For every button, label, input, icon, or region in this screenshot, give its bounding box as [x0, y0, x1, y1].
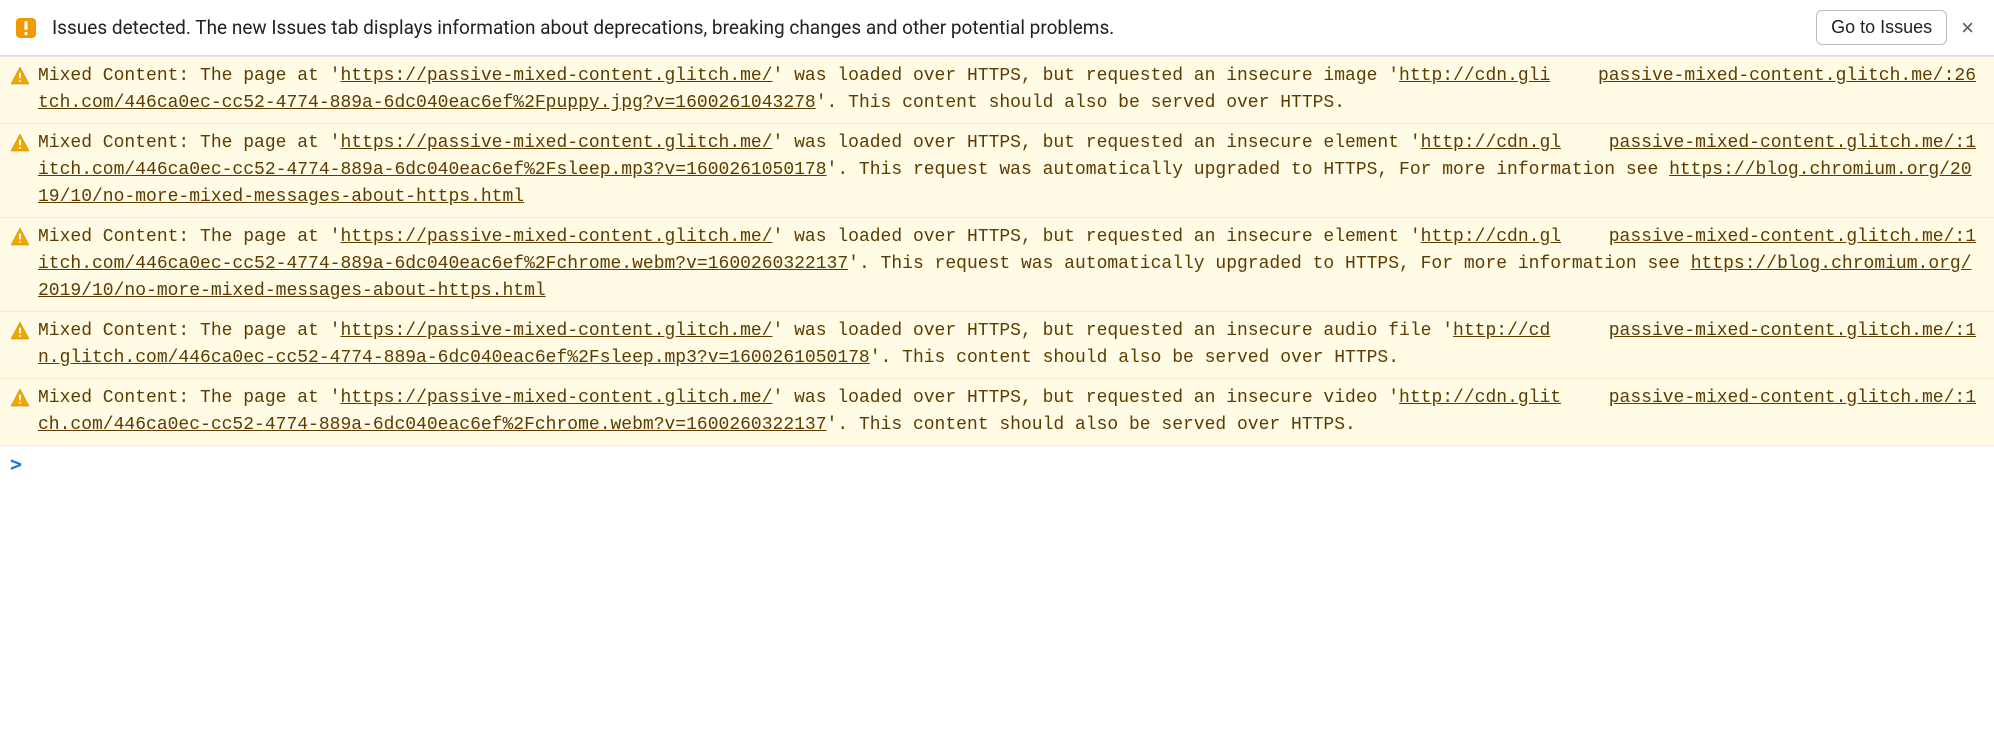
prompt-chevron-icon: >: [10, 452, 22, 476]
console-message-body: passive-mixed-content.glitch.me/:1Mixed …: [38, 385, 1984, 439]
page-url-link[interactable]: https://passive-mixed-content.glitch.me/: [340, 66, 772, 86]
console-message-body: passive-mixed-content.glitch.me/:1Mixed …: [38, 130, 1984, 211]
issues-notification-bar: Issues detected. The new Issues tab disp…: [0, 0, 1994, 56]
console-message-list: passive-mixed-content.glitch.me/:26Mixed…: [0, 56, 1994, 446]
close-issues-bar-button[interactable]: ×: [1955, 15, 1980, 41]
source-link[interactable]: passive-mixed-content.glitch.me/:1: [1569, 224, 1976, 251]
page-url-link[interactable]: https://passive-mixed-content.glitch.me/: [340, 227, 772, 247]
console-warning-row: passive-mixed-content.glitch.me/:1Mixed …: [0, 124, 1994, 218]
console-warning-row: passive-mixed-content.glitch.me/:1Mixed …: [0, 379, 1994, 446]
page-url-link[interactable]: https://passive-mixed-content.glitch.me/: [340, 321, 772, 341]
source-link[interactable]: passive-mixed-content.glitch.me/:1: [1569, 318, 1976, 345]
page-url-link[interactable]: https://passive-mixed-content.glitch.me/: [340, 133, 772, 153]
resource-url-link[interactable]: http://cdn.glitch.com/446ca0ec-cc52-4774…: [38, 133, 1561, 180]
issues-notification-text: Issues detected. The new Issues tab disp…: [52, 16, 1816, 39]
warning-triangle-icon: [10, 388, 30, 408]
warning-triangle-icon: [10, 321, 30, 341]
source-link[interactable]: passive-mixed-content.glitch.me/:26: [1558, 63, 1976, 90]
resource-url-link[interactable]: http://cdn.glitch.com/446ca0ec-cc52-4774…: [38, 227, 1561, 274]
console-message-body: passive-mixed-content.glitch.me/:1Mixed …: [38, 224, 1984, 305]
source-link[interactable]: passive-mixed-content.glitch.me/:1: [1569, 130, 1976, 157]
warning-triangle-icon: [10, 66, 30, 86]
page-url-link[interactable]: https://passive-mixed-content.glitch.me/: [340, 388, 772, 408]
source-link[interactable]: passive-mixed-content.glitch.me/:1: [1569, 385, 1976, 412]
resource-url-link[interactable]: http://cdn.glitch.com/446ca0ec-cc52-4774…: [38, 66, 1550, 113]
issues-warning-icon: [14, 16, 38, 40]
console-message-body: passive-mixed-content.glitch.me/:26Mixed…: [38, 63, 1984, 117]
console-warning-row: passive-mixed-content.glitch.me/:1Mixed …: [0, 312, 1994, 379]
console-warning-row: passive-mixed-content.glitch.me/:1Mixed …: [0, 218, 1994, 312]
go-to-issues-button[interactable]: Go to Issues: [1816, 10, 1947, 45]
resource-url-link[interactable]: http://cdn.glitch.com/446ca0ec-cc52-4774…: [38, 321, 1550, 368]
console-prompt[interactable]: >: [0, 446, 1994, 482]
console-message-body: passive-mixed-content.glitch.me/:1Mixed …: [38, 318, 1984, 372]
warning-triangle-icon: [10, 133, 30, 153]
console-warning-row: passive-mixed-content.glitch.me/:26Mixed…: [0, 57, 1994, 124]
resource-url-link[interactable]: http://cdn.glitch.com/446ca0ec-cc52-4774…: [38, 388, 1561, 435]
warning-triangle-icon: [10, 227, 30, 247]
